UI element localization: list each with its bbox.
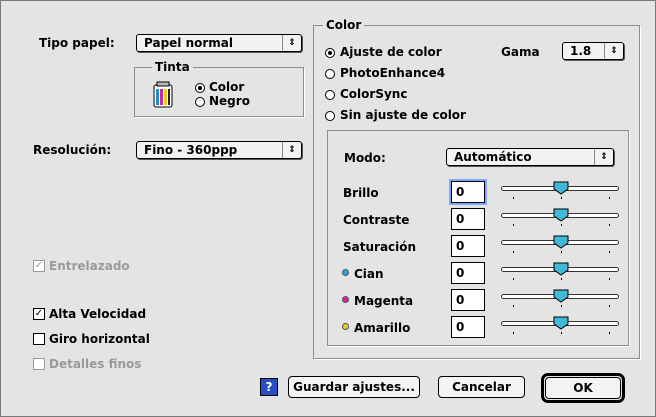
mode-label: Modo: <box>344 151 386 165</box>
help-button[interactable]: ? <box>260 378 278 396</box>
mode-value: Automático <box>454 150 532 164</box>
high-speed-checkbox[interactable]: ✓ <box>33 308 45 320</box>
ink-cartridge-icon <box>153 81 173 108</box>
slider-label: Amarillo <box>354 321 411 335</box>
fine-detail-label: Detalles finos <box>49 357 142 371</box>
yellow-slider-thumb[interactable] <box>553 316 569 330</box>
yellow-swatch-icon <box>342 323 349 330</box>
photoenhance-radio[interactable] <box>325 69 335 79</box>
paper-type-value: Papel normal <box>144 36 234 50</box>
updown-arrow-icon: ⇕ <box>594 149 613 165</box>
magenta-slider-thumb[interactable] <box>553 289 569 303</box>
gamma-value: 1.8 <box>570 44 592 58</box>
color-adjust-label: Ajuste de color <box>340 45 442 59</box>
brightness-field[interactable]: 0 <box>449 179 487 205</box>
tick-mark <box>609 332 610 334</box>
tick-mark <box>561 224 562 226</box>
tick-mark <box>513 197 514 199</box>
ink-color-radio[interactable] <box>195 83 205 93</box>
no-color-adjust-radio[interactable] <box>325 111 335 121</box>
flip-horizontal-label: Giro horizontal <box>49 332 150 346</box>
save-settings-button[interactable]: Guardar ajustes... <box>288 376 420 398</box>
updown-arrow-icon: ⇕ <box>604 43 623 59</box>
paper-type-popup[interactable]: Papel normal ⇕ <box>136 34 302 52</box>
interlaced-checkbox[interactable]: ✓ <box>33 260 45 272</box>
interlaced-label: Entrelazado <box>49 259 130 273</box>
color-adjust-radio[interactable] <box>325 48 335 58</box>
slider-label: Cian <box>354 267 384 281</box>
colorsync-label: ColorSync <box>340 87 408 101</box>
tick-mark <box>513 278 514 280</box>
cancel-button[interactable]: Cancelar <box>438 376 525 398</box>
cyan-slider-thumb[interactable] <box>553 262 569 276</box>
ok-button[interactable]: OK <box>545 377 621 399</box>
brightness-slider-thumb[interactable] <box>553 181 569 195</box>
magenta-field[interactable]: 0 <box>451 289 485 311</box>
cyan-field[interactable]: 0 <box>451 262 485 284</box>
tick-mark <box>513 224 514 226</box>
tick-mark <box>561 251 562 253</box>
flip-horizontal-checkbox[interactable] <box>33 333 45 345</box>
resolution-label: Resolución: <box>33 143 112 157</box>
resolution-popup[interactable]: Fino - 360ppp ⇕ <box>136 141 302 159</box>
ink-group-title: Tinta <box>152 60 193 74</box>
tick-mark <box>513 305 514 307</box>
tick-mark <box>513 251 514 253</box>
slider-label: Saturación <box>343 240 417 254</box>
color-group-title: Color <box>323 18 365 32</box>
contrast-field[interactable]: 0 <box>451 208 485 230</box>
slider-label: Magenta <box>354 294 414 308</box>
colorsync-radio[interactable] <box>325 90 335 100</box>
tick-mark <box>609 278 610 280</box>
contrast-slider-thumb[interactable] <box>553 208 569 222</box>
tick-mark <box>561 197 562 199</box>
resolution-value: Fino - 360ppp <box>144 143 238 157</box>
tick-mark <box>609 305 610 307</box>
slider-label: Brillo <box>343 186 379 200</box>
tick-mark <box>609 197 610 199</box>
tick-mark <box>609 251 610 253</box>
tick-mark <box>561 305 562 307</box>
ink-black-radio[interactable] <box>195 97 205 107</box>
tick-mark <box>561 332 562 334</box>
photoenhance-label: PhotoEnhance4 <box>340 66 446 80</box>
high-speed-label: Alta Velocidad <box>49 307 147 321</box>
updown-arrow-icon: ⇕ <box>282 142 301 158</box>
ink-color-label: Color <box>209 80 245 94</box>
paper-type-label: Tipo papel: <box>39 36 115 50</box>
tick-mark <box>513 332 514 334</box>
gamma-label: Gama <box>501 45 540 59</box>
magenta-swatch-icon <box>342 296 349 303</box>
cyan-swatch-icon <box>342 269 349 276</box>
fine-detail-checkbox[interactable] <box>33 358 45 370</box>
print-settings-dialog: Tipo papel: Papel normal ⇕ Tinta Color N… <box>0 0 656 417</box>
updown-arrow-icon: ⇕ <box>282 35 301 51</box>
tick-mark <box>561 278 562 280</box>
ink-black-label: Negro <box>209 94 250 108</box>
tick-mark <box>609 224 610 226</box>
no-color-adjust-label: Sin ajuste de color <box>340 108 466 122</box>
slider-label: Contraste <box>343 213 410 227</box>
mode-popup[interactable]: Automático ⇕ <box>446 148 614 166</box>
saturation-field[interactable]: 0 <box>451 235 485 257</box>
saturation-slider-thumb[interactable] <box>553 235 569 249</box>
gamma-popup[interactable]: 1.8 ⇕ <box>562 42 624 60</box>
yellow-field[interactable]: 0 <box>451 316 485 338</box>
